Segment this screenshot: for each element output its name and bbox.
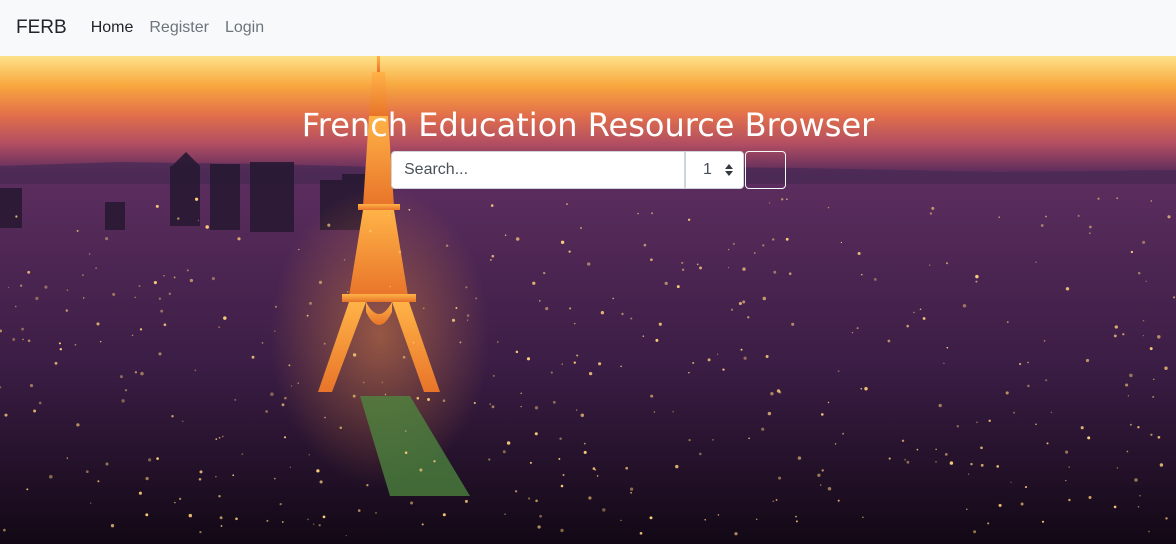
search-icon <box>391 151 407 167</box>
search-input[interactable] <box>391 151 685 189</box>
navbar: FERB Home Register Login <box>0 0 1176 56</box>
brand-link[interactable]: FERB <box>16 17 67 39</box>
nav-link-home[interactable]: Home <box>91 19 134 37</box>
page-select[interactable]: 1 <box>685 151 744 189</box>
nav-link-register[interactable]: Register <box>149 19 209 37</box>
search-button[interactable] <box>391 151 786 189</box>
search-form: 1 <box>391 151 786 189</box>
nav-link-login[interactable]: Login <box>225 19 264 37</box>
hero-section: French Education Resource Browser 1 <box>0 56 1176 544</box>
page-title: French Education Resource Browser <box>301 106 875 144</box>
page-select-value: 1 <box>703 161 712 178</box>
sort-arrows-icon <box>725 164 733 176</box>
